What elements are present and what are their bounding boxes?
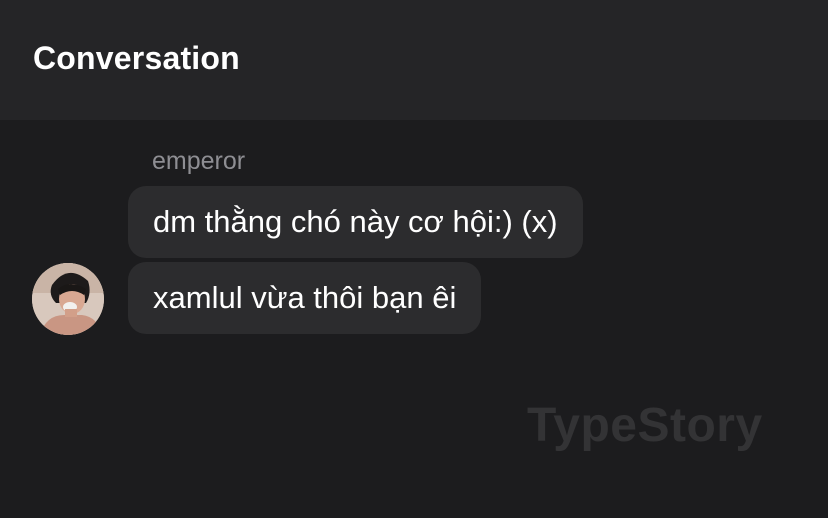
watermark-logo: TypeStory bbox=[527, 399, 763, 452]
message-bubble[interactable]: dm thằng chó này cơ hội:) (x) bbox=[128, 186, 583, 258]
header-bar: Conversation bbox=[0, 0, 828, 120]
sender-name: emperor bbox=[152, 147, 246, 175]
message-text: dm thằng chó này cơ hội:) (x) bbox=[153, 204, 558, 239]
avatar[interactable] bbox=[32, 263, 104, 335]
message-text: xamlul vừa thôi bạn êi bbox=[153, 280, 457, 315]
page-title: Conversation bbox=[33, 40, 240, 76]
message-bubble[interactable]: xamlul vừa thôi bạn êi bbox=[128, 262, 482, 334]
user-avatar-icon bbox=[32, 263, 104, 335]
